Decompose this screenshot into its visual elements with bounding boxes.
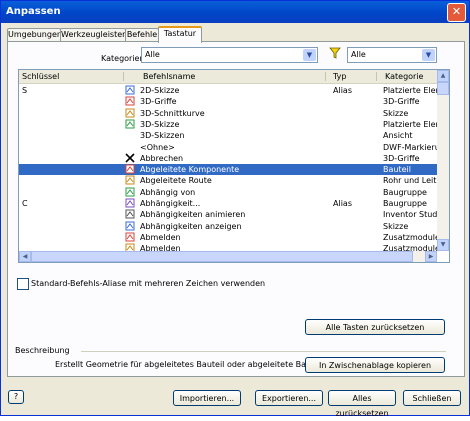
- constraint-icon: [125, 198, 135, 208]
- chevron-down-icon[interactable]: ▼: [422, 49, 435, 61]
- cell-cat: Bauteil: [383, 165, 411, 175]
- tab-werkzeugleisten[interactable]: Werkzeugleisten: [60, 28, 127, 41]
- cell-name: Abhängigkeiten anzeigen: [140, 221, 242, 231]
- column-kategorie[interactable]: Kategorie: [385, 72, 423, 81]
- cell-cat: DWF-Markierun: [383, 142, 445, 152]
- title-bar[interactable]: Anpassen ✕: [1, 1, 469, 23]
- table-row[interactable]: Abbrechen 3D-Griffe: [19, 153, 437, 164]
- copy-to-clipboard-button[interactable]: In Zwischenablage kopieren: [305, 357, 445, 373]
- scroll-up-arrow-icon[interactable]: ▲: [437, 70, 449, 82]
- cell-key: S: [22, 86, 28, 95]
- cell-cat: Baugruppe: [383, 187, 427, 197]
- cell-cat: Skizze: [383, 221, 409, 231]
- tab-tastatur[interactable]: Tastatur: [158, 26, 202, 43]
- horizontal-scroll-thumb[interactable]: [31, 251, 413, 262]
- table-row[interactable]: S 2D-Skizze Alias Platzierte Eleme: [19, 85, 448, 96]
- cell-name: 3D-Griffe: [140, 97, 177, 107]
- filter-dropdown[interactable]: Alle ▼: [347, 47, 437, 63]
- filter-value: Alle: [351, 50, 366, 59]
- cell-name: 3D-Skizze: [140, 119, 180, 129]
- table-row[interactable]: <Ohne> DWF-Markierun: [19, 142, 445, 153]
- cell-name: Abhängig von: [140, 187, 196, 197]
- logout-icon: [125, 232, 135, 242]
- shortcut-list[interactable]: Schlüssel Befehlsname Typ Kategorie S 2D-…: [18, 69, 450, 263]
- derived-route-icon: [125, 175, 135, 185]
- cell-key: C: [22, 199, 28, 208]
- cell-cat: Ansicht: [383, 131, 413, 141]
- animate-constraints-icon: [125, 209, 135, 219]
- scroll-left-arrow-icon[interactable]: ◀: [19, 251, 31, 262]
- kategorie-dropdown[interactable]: Alle ▼: [141, 47, 318, 63]
- cell-cat: Rohr und Leitur: [383, 176, 445, 186]
- table-row[interactable]: C Abhängigkeit... Alias Baugruppe: [19, 198, 437, 209]
- intersection-curve-icon: [125, 108, 135, 118]
- alias-checkbox-label[interactable]: Standard-Befehls-Aliase mit mehreren Zei…: [31, 279, 265, 288]
- cell-cat: 3D-Griffe: [383, 153, 420, 163]
- scroll-down-arrow-icon[interactable]: ▼: [437, 239, 449, 251]
- cell-name: Abhängigkeiten animieren: [140, 210, 246, 220]
- kategorie-label: Kategorien: [101, 54, 145, 63]
- tab-umgebungen[interactable]: Umgebungen: [7, 28, 62, 41]
- import-button[interactable]: Importieren...: [173, 390, 241, 406]
- table-row[interactable]: 3D-Schnittkurve Skizze: [19, 108, 437, 119]
- grip-3d-icon: [125, 96, 135, 106]
- scroll-right-arrow-icon[interactable]: ▶: [425, 251, 437, 262]
- table-row[interactable]: 3D-Skizze Platzierte Eleme: [19, 119, 448, 130]
- table-row[interactable]: Abhängigkeiten anzeigen Skizze: [19, 221, 437, 232]
- funnel-icon: [329, 47, 343, 59]
- table-row[interactable]: Abgeleitete Route Rohr und Leitur: [19, 175, 445, 186]
- cell-name: Abmelden: [140, 232, 181, 242]
- chevron-down-icon[interactable]: ▼: [303, 49, 316, 61]
- vertical-scrollbar[interactable]: ▲ ▼: [437, 70, 449, 251]
- cell-cat: Skizze: [383, 108, 409, 118]
- cell-type: Alias: [333, 199, 352, 208]
- list-header: Schlüssel Befehlsname Typ Kategorie: [19, 70, 437, 84]
- tab-befehle[interactable]: Befehle: [125, 28, 159, 41]
- table-row[interactable]: 3D-Griffe 3D-Griffe: [19, 96, 437, 107]
- horizontal-scrollbar[interactable]: ◀ ▶: [19, 251, 437, 262]
- cell-name: 2D-Skizze: [140, 86, 180, 95]
- cell-name: Abhängigkeit...: [140, 199, 201, 208]
- cell-cat: Zusatzmodule: [383, 232, 440, 242]
- depends-on-icon: [125, 187, 135, 197]
- cell-name: 3D-Schnittkurve: [140, 108, 205, 118]
- description-divider: [81, 351, 446, 352]
- export-button[interactable]: Exportieren...: [255, 390, 323, 406]
- reset-keys-button[interactable]: Alle Tasten zurücksetzen: [305, 319, 445, 335]
- sketch-3d-icon: [125, 119, 135, 129]
- alias-checkbox[interactable]: [17, 278, 29, 290]
- cell-cat: Baugruppe: [383, 199, 427, 208]
- table-row[interactable]: Abhängig von Baugruppe: [19, 187, 437, 198]
- help-icon[interactable]: ?: [8, 390, 24, 404]
- table-row[interactable]: Abgeleitete Komponente Bauteil: [19, 164, 437, 176]
- customize-dialog: Anpassen ✕ Umgebungen Werkzeugleisten Be…: [0, 0, 470, 418]
- kategorie-value: Alle: [145, 50, 160, 59]
- derived-component-icon: [125, 164, 135, 174]
- window-title: Anpassen: [6, 6, 61, 17]
- table-row[interactable]: Abhängigkeiten animieren Inventor Studio: [19, 209, 445, 220]
- table-row[interactable]: Abmelden Zusatzmodule: [19, 232, 440, 243]
- cell-name: Abgeleitete Komponente: [140, 165, 240, 175]
- cell-name: <Ohne>: [140, 142, 175, 152]
- cell-type: Alias: [333, 86, 352, 95]
- column-typ[interactable]: Typ: [333, 72, 346, 81]
- sketch-2d-icon: [125, 85, 135, 95]
- close-button[interactable]: Schließen: [403, 390, 461, 406]
- cell-cat: Inventor Studio: [383, 210, 445, 220]
- cell-name: Abbrechen: [140, 153, 184, 163]
- cancel-x-icon: [125, 153, 135, 163]
- description-heading: Beschreibung: [15, 346, 70, 355]
- column-schluessel[interactable]: Schlüssel: [22, 72, 59, 81]
- column-befehlsname[interactable]: Befehlsname: [143, 72, 195, 81]
- cell-name: 3D-Skizzen: [140, 131, 185, 141]
- show-constraints-icon: [125, 221, 135, 231]
- vertical-scroll-thumb[interactable]: [437, 82, 449, 95]
- cell-cat: 3D-Griffe: [383, 97, 420, 107]
- reset-all-button[interactable]: Alles zurücksetzen: [328, 390, 396, 418]
- table-row[interactable]: 3D-Skizzen Ansicht: [19, 130, 437, 141]
- cell-name: Abgeleitete Route: [140, 176, 212, 186]
- description-text: Erstellt Geometrie für abgeleitetes Baut…: [55, 360, 340, 369]
- close-window-button[interactable]: ✕: [447, 3, 466, 22]
